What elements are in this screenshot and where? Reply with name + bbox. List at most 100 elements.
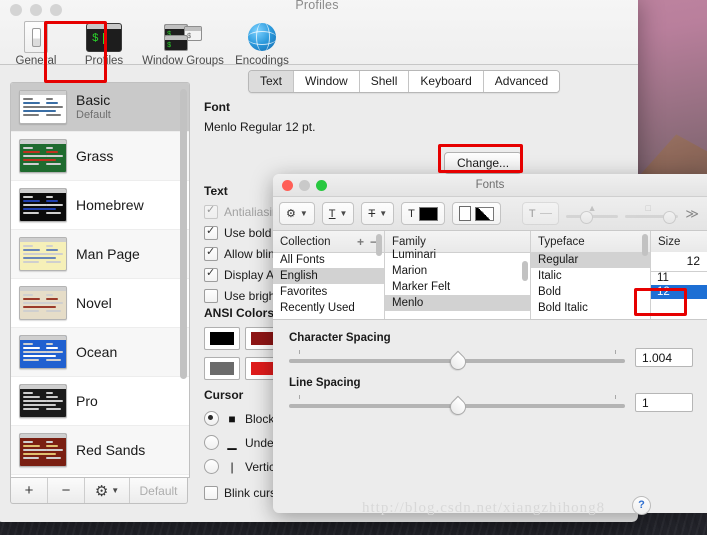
profile-list-item[interactable]: Man Page	[11, 230, 189, 279]
checkbox[interactable]	[204, 289, 218, 303]
chevron-down-icon: ▼	[339, 209, 348, 218]
collection-list-item[interactable]: Favorites	[273, 284, 384, 300]
profile-name: Basic	[76, 91, 111, 108]
collection-header: Collection + −	[273, 231, 384, 253]
blink-cursor-checkbox[interactable]	[204, 486, 218, 500]
shadow-offset-slider[interactable]: □	[625, 202, 679, 224]
remove-profile-button[interactable]: −	[48, 478, 85, 503]
toolbar-item-profiles[interactable]: $ Profiles	[70, 18, 138, 67]
gear-icon: ⚙	[94, 482, 109, 500]
collection-list-item[interactable]: English	[273, 268, 384, 284]
underline-icon: T	[328, 207, 336, 220]
collection-list-item[interactable]: Recently Used	[273, 300, 384, 316]
fonts-close-button[interactable]	[282, 180, 293, 191]
profile-list-item[interactable]: Novel	[11, 279, 189, 328]
line-spacing-value[interactable]: 1	[635, 393, 693, 412]
underline-button[interactable]: T ▼	[321, 202, 355, 225]
help-button[interactable]: ?	[632, 496, 651, 515]
tab-shell[interactable]: Shell	[359, 71, 410, 92]
profile-actions-button[interactable]: ⚙ ▼	[85, 478, 130, 503]
profile-list[interactable]: Basic Default Grass Homebrew Man Page Novel Oc…	[10, 82, 190, 478]
profile-list-item[interactable]: Basic Default	[11, 83, 189, 132]
family-list-item[interactable]: Marker Felt	[385, 279, 530, 295]
typeface-list-item[interactable]: Regular	[531, 252, 650, 268]
font-value: Menlo Regular 12 pt.	[204, 120, 316, 134]
profile-list-item[interactable]: Pro	[11, 377, 189, 426]
collection-list-item[interactable]: All Fonts	[273, 252, 384, 268]
tab-keyboard[interactable]: Keyboard	[409, 71, 484, 92]
checkbox[interactable]	[204, 224, 218, 240]
checkbox[interactable]	[204, 266, 218, 282]
size-header-label: Size	[658, 235, 681, 248]
size-input[interactable]: 12	[651, 252, 707, 272]
set-default-button[interactable]: Default	[130, 478, 187, 503]
typeface-list[interactable]: Regular Italic Bold Bold Italic	[531, 252, 650, 319]
family-list[interactable]: Luminari Marion Marker Felt Menlo	[385, 247, 530, 319]
family-list-item[interactable]: Menlo	[385, 295, 530, 311]
family-list-item[interactable]: Luminari	[385, 247, 530, 263]
profile-list-item[interactable]: Grass	[11, 132, 189, 181]
ansi-section-heading: ANSI Colors	[204, 306, 275, 320]
add-profile-button[interactable]: +	[11, 478, 48, 503]
terminal-icon: $	[70, 20, 138, 54]
profile-subtitle: Default	[76, 109, 111, 122]
cursor-glyph-icon: ▁	[227, 435, 237, 450]
profile-thumbnail	[19, 433, 67, 467]
toolbar-item-encodings[interactable]: Encodings	[228, 18, 296, 67]
collection-header-label: Collection	[280, 235, 331, 248]
shadow-button[interactable]: T	[521, 202, 559, 225]
profile-thumbnail	[19, 384, 67, 418]
fonts-traffic-lights[interactable]	[282, 180, 327, 191]
collection-list[interactable]: All Fonts English Favorites Recently Used	[273, 252, 384, 319]
profile-list-item[interactable]: Homebrew	[11, 181, 189, 230]
change-font-button[interactable]: Change...	[444, 152, 523, 174]
checkbox[interactable]	[204, 203, 218, 219]
text-color-button[interactable]: T	[401, 202, 445, 225]
font-section-heading: Font	[204, 100, 230, 114]
family-list-item[interactable]: Marion	[385, 263, 530, 279]
fonts-zoom-button[interactable]	[316, 180, 327, 191]
strikethrough-button[interactable]: T ▼	[361, 202, 395, 225]
fonts-minimize-button[interactable]	[299, 180, 310, 191]
character-spacing-slider[interactable]	[289, 349, 625, 373]
shadow-offset-icon: □	[645, 202, 651, 213]
toolbar-item-general[interactable]: General	[2, 18, 70, 67]
tab-text[interactable]: Text	[249, 71, 295, 92]
toolbar-item-window-groups[interactable]: $ $ $ Window Groups	[138, 18, 228, 67]
profile-list-item[interactable]: Silver Aerogel	[11, 475, 189, 477]
fonts-panel: Fonts ⚙ ▼ T ▼ T ▼ T T ▲ □ ≫ Collection +…	[273, 174, 707, 513]
profile-list-scrollbar[interactable]	[180, 87, 187, 473]
size-list[interactable]: 11 12	[651, 271, 707, 319]
watermark-text: http://blog.csdn.net/xiangzhihong8	[362, 500, 606, 516]
chevron-down-icon: ▼	[111, 486, 120, 495]
typeface-list-item[interactable]: Bold	[531, 284, 650, 300]
document-color-button[interactable]	[451, 202, 501, 225]
profile-list-item[interactable]: Red Sands	[11, 426, 189, 475]
profile-list-item[interactable]: Ocean	[11, 328, 189, 377]
line-spacing-slider[interactable]	[289, 394, 625, 418]
collection-scrollbar[interactable]	[376, 234, 382, 256]
shadow-opacity-slider[interactable]: ▲	[565, 203, 619, 224]
size-list-item[interactable]: 12	[651, 285, 707, 299]
desktop: Profiles General $ Profiles $ $ Window G…	[0, 0, 707, 535]
character-spacing-value[interactable]: 1.004	[635, 348, 693, 367]
radio-button[interactable]	[204, 435, 219, 450]
text-color-icon: T	[408, 207, 415, 220]
checkbox[interactable]	[204, 245, 218, 261]
add-collection-button[interactable]: +	[357, 235, 364, 249]
typeface-scrollbar[interactable]	[642, 234, 648, 256]
size-list-item[interactable]: 11	[651, 271, 707, 285]
fonts-action-button[interactable]: ⚙ ▼	[279, 202, 315, 225]
character-spacing-row: 1.004	[289, 348, 693, 373]
profiles-sidebar: Basic Default Grass Homebrew Man Page Novel Oc…	[0, 64, 192, 522]
toolbar-overflow-button[interactable]: ≫	[685, 206, 701, 222]
typeface-list-item[interactable]: Bold Italic	[531, 300, 650, 316]
typeface-list-item[interactable]: Italic	[531, 268, 650, 284]
family-scrollbar[interactable]	[522, 261, 528, 281]
tab-advanced[interactable]: Advanced	[483, 71, 560, 92]
ansi-color-swatch[interactable]	[204, 327, 240, 350]
radio-button[interactable]	[204, 411, 219, 426]
radio-button[interactable]	[204, 459, 219, 474]
tab-window[interactable]: Window	[294, 71, 360, 92]
ansi-color-swatch[interactable]	[204, 357, 240, 380]
